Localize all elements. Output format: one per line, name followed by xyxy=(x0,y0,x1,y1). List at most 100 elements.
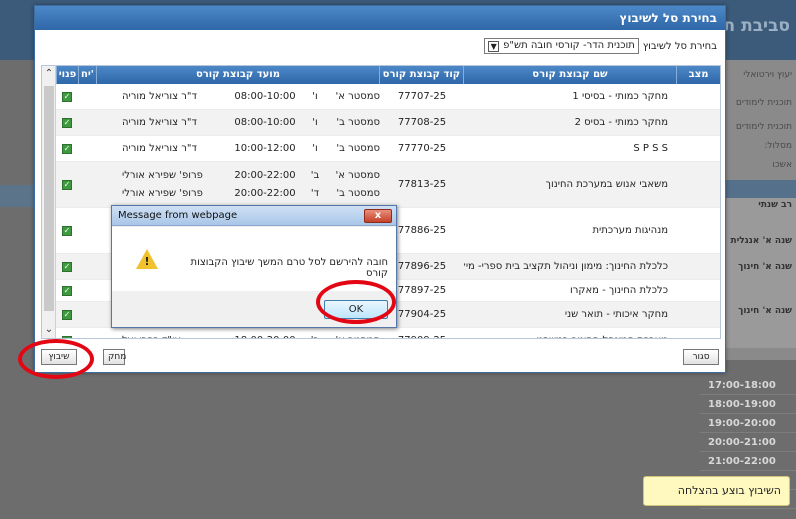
background-side-line-strong: רב שנתי xyxy=(758,200,792,210)
delete-button[interactable]: מחק xyxy=(103,349,126,365)
course-name-cell: משאבי אנוש במערכת החינוך xyxy=(545,179,668,190)
grid-scrollbar[interactable]: ⌃ ⌄ xyxy=(42,66,56,338)
course-name-cell: מחקר כמותי - בסיס 2 xyxy=(574,117,668,128)
basket-select[interactable]: תוכנית הדר- קורסי חובה תש"פ ▼ xyxy=(484,38,639,54)
course-code-cell: 77770-25 xyxy=(397,143,447,154)
background-side-line: מסלול: xyxy=(764,141,792,151)
time-entry: ב' 18:00-20:00 עו"ד כפרי יעל xyxy=(102,332,322,339)
background-side-line-strong: שנה א' חינוך xyxy=(738,306,792,316)
time-entry-time: 18:00-20:00 xyxy=(230,332,300,339)
semester-label: סמסטר א' xyxy=(335,90,380,102)
course-code-cell: 77708-25 xyxy=(397,117,447,128)
column-free: פנוי xyxy=(56,66,78,84)
checkbox[interactable]: ✓ xyxy=(62,92,72,102)
checkbox[interactable]: ✓ xyxy=(62,310,72,320)
free-cell: ✓ xyxy=(56,143,78,154)
course-code-cell: 77909-25 xyxy=(380,335,464,338)
time-entry-lecturer: ד"ר צוריאל מוריה xyxy=(122,116,197,128)
column-name: שם קבוצת קורס xyxy=(462,66,676,84)
time-entry-lecturer: ד"ר צוריאל מוריה xyxy=(122,90,197,102)
grid-header: פנוי יח' מועד קבוצת קורס קוד קבוצת קורס … xyxy=(42,66,720,84)
scroll-thumb[interactable] xyxy=(44,86,54,311)
modal-title: בחירת סל לשיבוץ xyxy=(35,6,725,30)
column-code: קוד קבוצת קורס xyxy=(379,66,463,84)
semester-cell: סמסטר ב' xyxy=(322,140,380,158)
background-side-section xyxy=(726,198,796,348)
free-cell: ✓ xyxy=(56,117,78,128)
time-slot: 18:00-19:00 xyxy=(700,395,796,414)
semester-cell: סמסטר ב' xyxy=(322,114,380,132)
time-entry-time: 10:00-12:00 xyxy=(234,142,296,154)
times-cell: ו' 08:00-10:00 ד"ר צוריאל מוריה xyxy=(96,114,322,132)
free-cell: ✓ xyxy=(56,261,78,272)
scroll-down-icon[interactable]: ⌄ xyxy=(42,324,56,335)
course-name-cell: מחקר כמותי - בסיסי 1 xyxy=(572,91,668,102)
times-cell: ב' 20:00-22:00 פרופ' שפירא אורלי ד' 20:00-22… xyxy=(96,167,322,203)
checkbox[interactable]: ✓ xyxy=(62,226,72,236)
time-entry-time: 08:00-10:00 xyxy=(234,116,296,128)
time-entry: ו' 08:00-10:00 ד"ר צוריאל מוריה xyxy=(102,88,322,106)
scroll-up-icon[interactable]: ⌃ xyxy=(42,68,56,79)
time-entry-time: 20:00-22:00 xyxy=(234,187,296,199)
free-cell: ✓ xyxy=(56,179,78,190)
time-entry: ו' 08:00-10:00 ד"ר צוריאל מוריה xyxy=(102,114,322,132)
times-cell: ו' 10:00-12:00 ד"ר צוריאל מוריה xyxy=(96,140,322,158)
checkbox[interactable]: ✓ xyxy=(62,144,72,154)
course-name-cell: מערכת המינהל החינוך במשפט xyxy=(464,335,678,338)
background-side-line: יעוץ וירטואלי xyxy=(743,70,792,80)
basket-select-value: תוכנית הדר- קורסי חובה תש"פ xyxy=(503,40,635,51)
time-entry: ו' 10:00-12:00 ד"ר צוריאל מוריה xyxy=(102,140,322,158)
time-entry-day: ב' xyxy=(310,169,320,181)
time-entry-day: ו' xyxy=(312,90,318,102)
times-cell: ב' 18:00-20:00 עו"ד כפרי יעל xyxy=(96,332,322,339)
table-row[interactable]: ✓ ו' 08:00-10:00 ד"ר צוריאל מוריה סמסטר א' 77… xyxy=(56,84,720,110)
background-side-line: תוכנית לימודים xyxy=(735,98,792,108)
time-entry-day: ד' xyxy=(310,187,320,199)
time-entry-lecturer: ד"ר צוריאל מוריה xyxy=(122,142,197,154)
free-cell: ✓ xyxy=(56,285,78,296)
semester-label: סמסטר ב' xyxy=(336,116,380,128)
close-icon[interactable]: x xyxy=(364,209,392,223)
checkbox[interactable]: ✓ xyxy=(62,180,72,190)
semester-label: סמסטר א' xyxy=(335,169,380,181)
time-entry-lecturer: פרופ' שפירא אורלי xyxy=(122,169,203,181)
chevron-down-icon[interactable]: ▼ xyxy=(488,40,500,52)
course-name-cell: S P S S xyxy=(633,143,668,154)
course-name-cell: כלכלת החינוך: מימון וניהול תקציב בית ספר… xyxy=(464,261,668,272)
checkbox[interactable]: ✓ xyxy=(62,118,72,128)
column-times: מועד קבוצת קורס xyxy=(95,66,379,84)
time-slot: 21:00-22:00 xyxy=(700,452,796,471)
table-row[interactable]: ✓ב'18:00-20:00עו"ד כפרי יעלסמסטר א'77909… xyxy=(56,328,720,339)
time-entry-day: ו' xyxy=(312,142,318,154)
background-side-line: אשכו xyxy=(772,160,792,170)
semester-cell: סמסטר א' xyxy=(322,88,380,106)
time-slot: 17:00-18:00 xyxy=(700,376,796,395)
semester-label: סמסטר ב' xyxy=(336,187,380,199)
checkbox[interactable]: ✓ xyxy=(62,262,72,272)
basket-selector-row: בחירת סל לשיבוץ תוכנית הדר- קורסי חובה ת… xyxy=(484,38,717,54)
table-row[interactable]: ✓ ב' 20:00-22:00 פרופ' שפירא אורלי ד' 20:00-2… xyxy=(56,162,720,208)
table-row[interactable]: ✓ ו' 08:00-10:00 ד"ר צוריאל מוריה סמסטר ב' 77… xyxy=(56,110,720,136)
highlight-ring-ok xyxy=(316,280,396,324)
column-status: מצב xyxy=(676,66,720,84)
time-slot: 20:00-21:00 xyxy=(700,433,796,452)
time-entry-day: ב' xyxy=(308,332,322,339)
course-name-cell: מחקר איכותי - תואר שני xyxy=(564,309,668,320)
free-cell: ✓ xyxy=(56,91,78,102)
semester-label: סמסטר ב' xyxy=(336,142,380,154)
course-code-cell: 77813-25 xyxy=(397,179,447,190)
time-entry-lecturer: עו"ד כפרי יעל xyxy=(122,332,222,339)
time-slot: 19:00-20:00 xyxy=(700,414,796,433)
time-entry-day: ו' xyxy=(312,116,318,128)
table-row[interactable]: ✓ ו' 10:00-12:00 ד"ר צוריאל מוריה סמסטר ב' 77… xyxy=(56,136,720,162)
time-entry-time: 20:00-22:00 xyxy=(234,169,296,181)
course-name-cell: מנהיגות מערכתית xyxy=(592,225,668,236)
time-entry: ד' 20:00-22:00 פרופ' שפירא אורלי xyxy=(102,185,322,203)
time-entry-lecturer: פרופ' שפירא אורלי xyxy=(122,187,203,199)
times-cell: ו' 08:00-10:00 ד"ר צוריאל מוריה xyxy=(96,88,322,106)
time-entry: ב' 20:00-22:00 פרופ' שפירא אורלי xyxy=(102,167,322,185)
course-code-cell: 77707-25 xyxy=(397,91,447,102)
close-button[interactable]: סגור xyxy=(683,349,719,365)
column-units: יח' xyxy=(77,66,96,84)
checkbox[interactable]: ✓ xyxy=(62,286,72,296)
